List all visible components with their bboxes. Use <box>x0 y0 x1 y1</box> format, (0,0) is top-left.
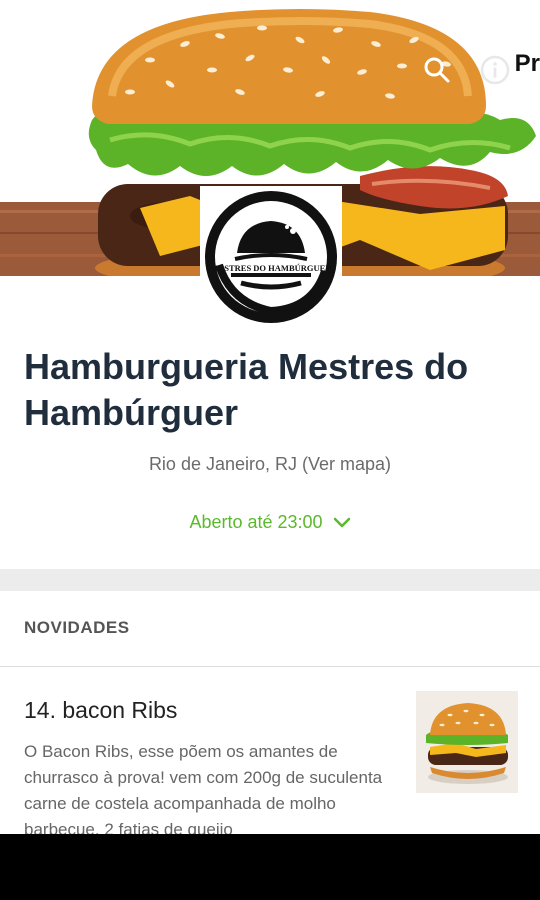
chevron-down-icon <box>333 517 350 527</box>
store-logo: MESTRES DO HAMBÚRGUER <box>200 186 342 328</box>
menu-item-thumbnail <box>416 691 518 793</box>
section-divider <box>0 569 540 591</box>
store-hours-label: Aberto até 23:00 <box>189 512 323 532</box>
menu-item-description: O Bacon Ribs, esse põem os amantes de ch… <box>24 742 383 839</box>
header-cut-label: Pr <box>514 50 540 77</box>
info-icon[interactable] <box>477 52 513 88</box>
menu-item-title: 14. bacon Ribs <box>24 697 178 723</box>
hero-actions: Pr <box>419 50 540 88</box>
store-location-link[interactable]: Rio de Janeiro, RJ (Ver mapa) <box>0 454 540 475</box>
store-name: Hamburgueria Mestres do Hambúrguer <box>24 346 469 433</box>
system-navigation-bar <box>0 834 540 900</box>
section-title-novidades: NOVIDADES <box>24 618 130 637</box>
search-icon[interactable] <box>419 52 455 88</box>
logo-text: MESTRES DO HAMBÚRGUER <box>211 263 333 273</box>
store-hours-toggle[interactable]: Aberto até 23:00 <box>0 512 540 533</box>
menu-item[interactable]: 14. bacon Ribs O Bacon Ribs, esse põem o… <box>0 667 540 839</box>
